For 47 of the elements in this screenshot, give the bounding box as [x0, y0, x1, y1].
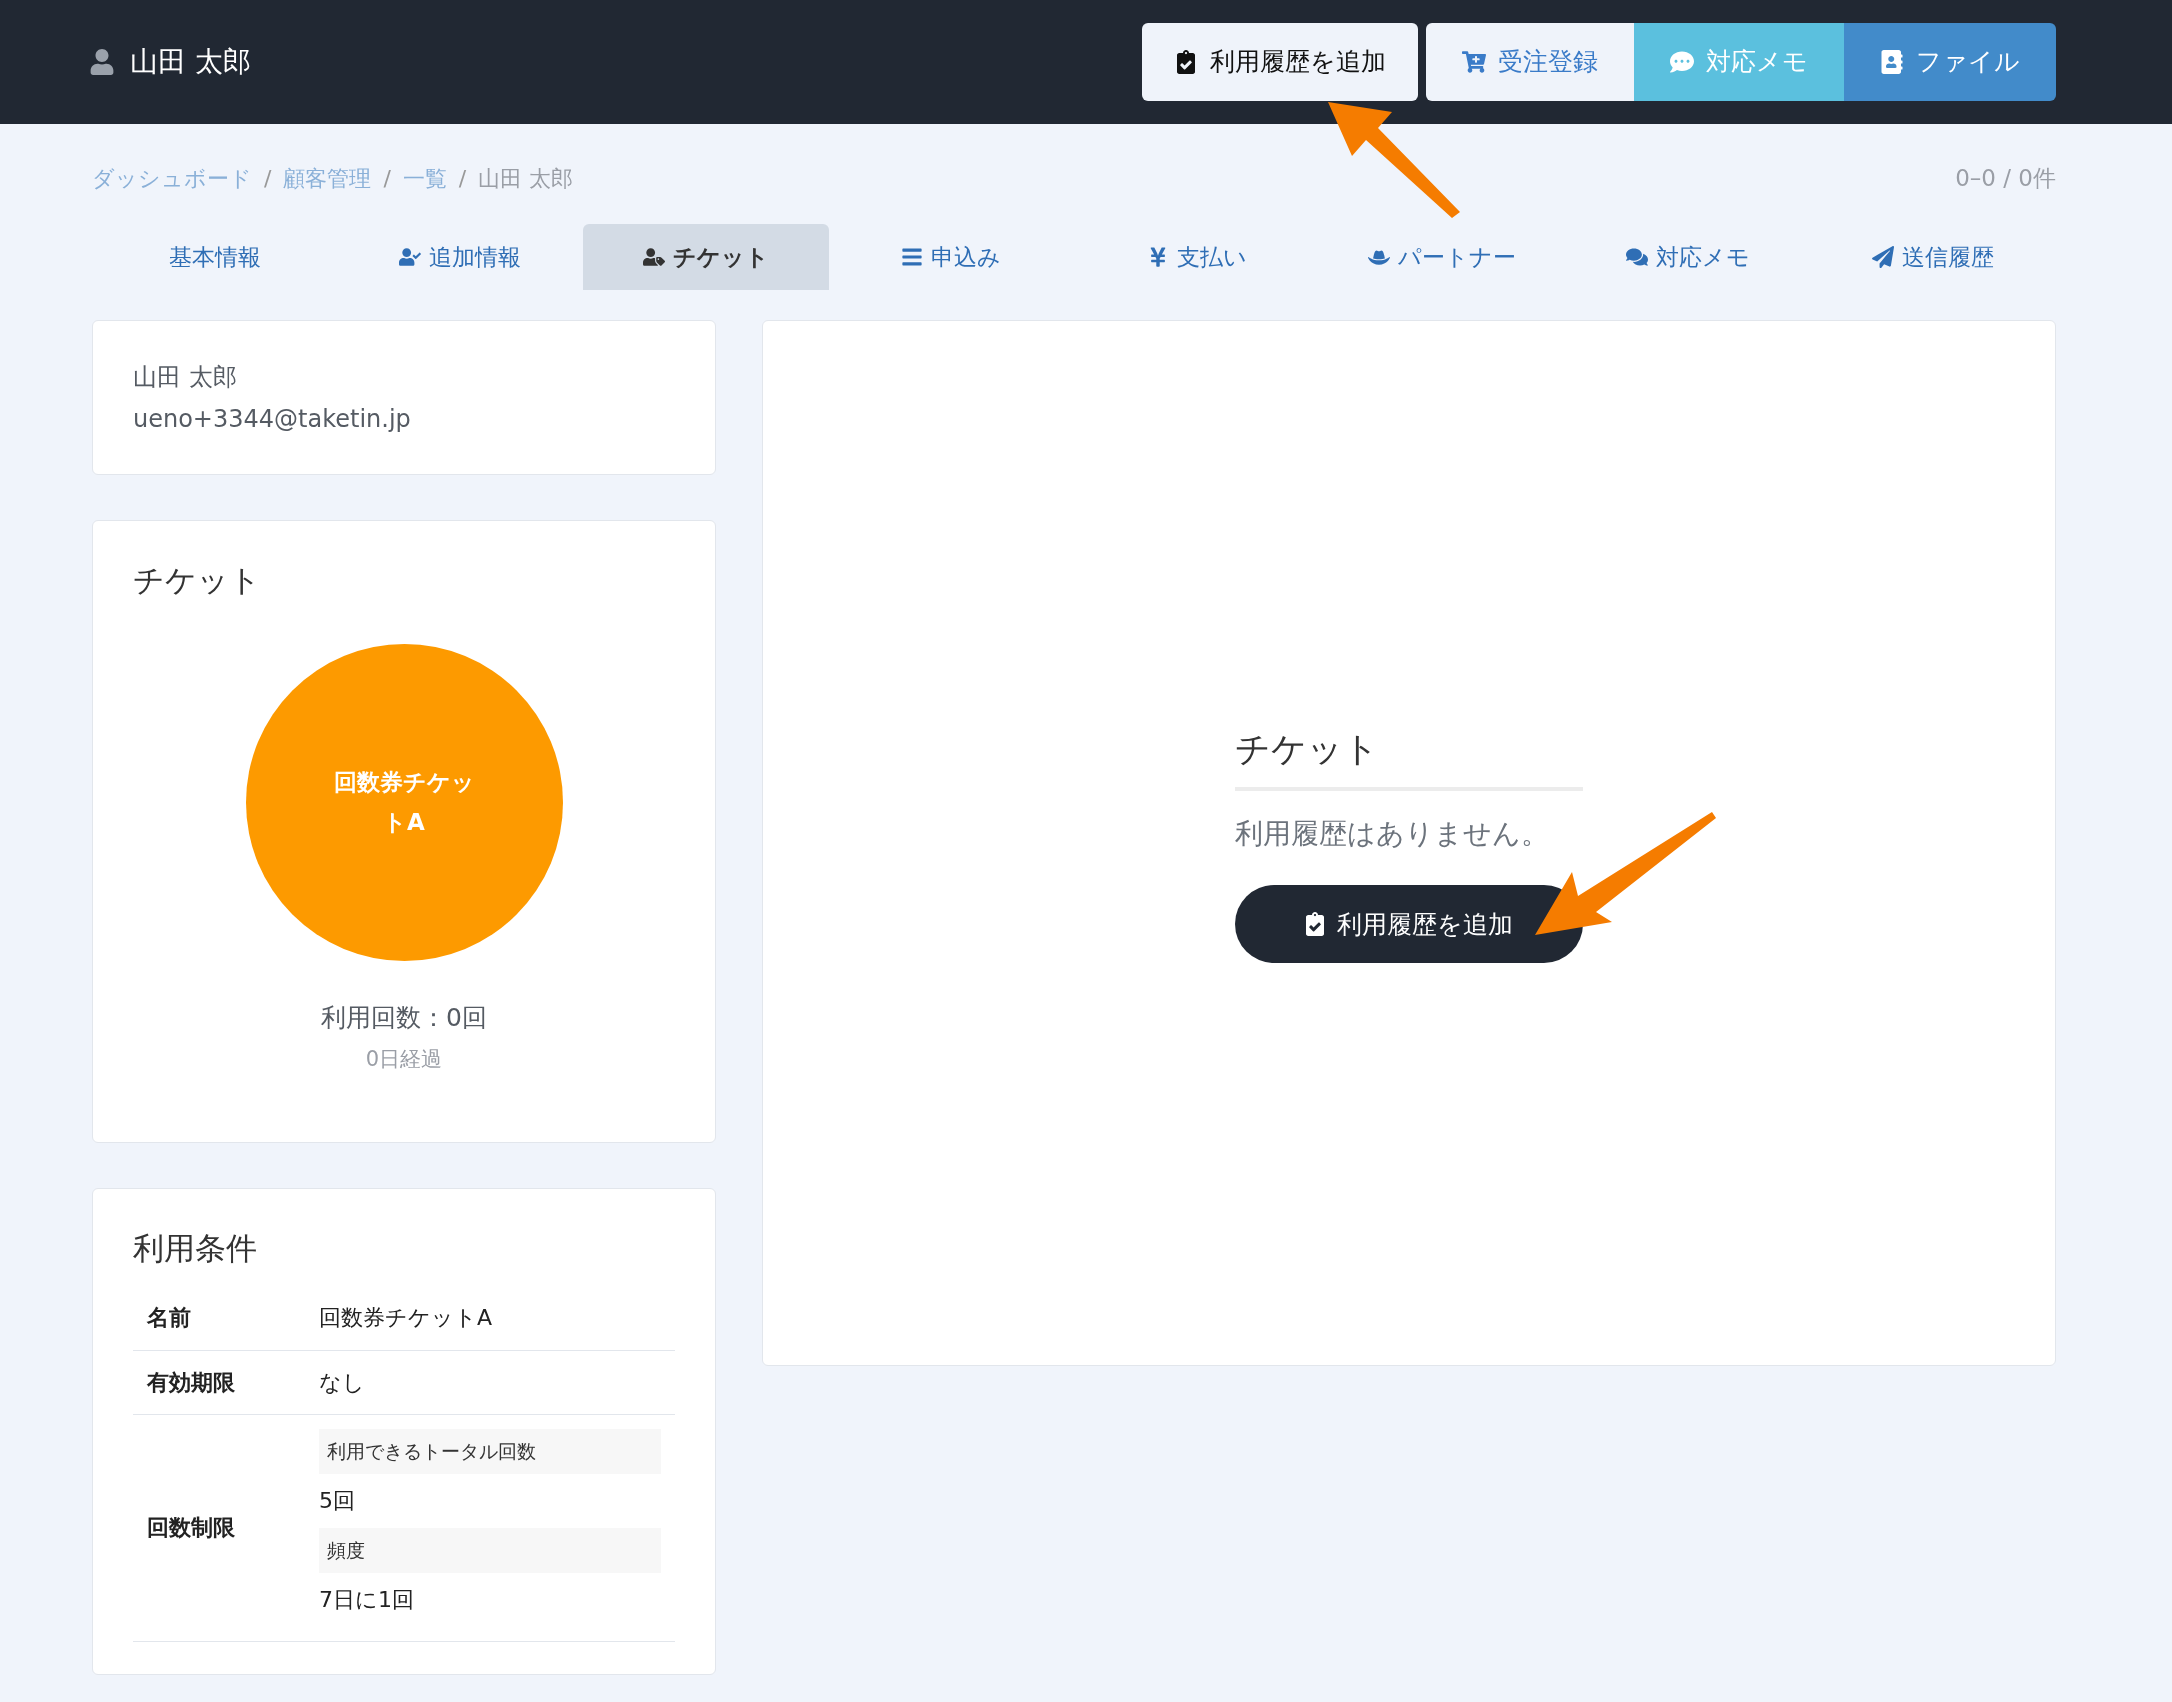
tab[interactable]: 基本情報 [92, 224, 338, 290]
cart-plus-icon [1462, 50, 1486, 74]
user-tag-icon [642, 246, 665, 268]
empty-message: 利用履歴はありません。 [1235, 816, 1550, 853]
address-book-icon [1880, 50, 1904, 74]
condition-label: 回数制限 [146, 1514, 236, 1542]
sub-value: 7日に1回 [319, 1586, 415, 1614]
list-icon [901, 246, 924, 268]
tab[interactable]: 支払い [1074, 224, 1320, 290]
card-title: チケット [133, 561, 262, 600]
elapsed-days: 0日経過 [365, 1044, 443, 1076]
sub-value: 5回 [319, 1487, 356, 1515]
card-title: 利用条件 [133, 1229, 258, 1268]
section-title: チケット [1235, 722, 1583, 792]
breadcrumb-current: 山田 太郎 [478, 164, 574, 193]
tab[interactable]: チケット [583, 224, 829, 290]
condition-label: 有効期限 [146, 1368, 236, 1397]
paper-plane-icon [1872, 246, 1895, 268]
user-check-icon [399, 246, 422, 268]
breadcrumb-separator: / [264, 164, 272, 193]
condition-value: なし [319, 1368, 365, 1397]
tab[interactable]: 対応メモ [1565, 224, 1811, 290]
tab[interactable]: パートナー [1319, 224, 1565, 290]
clipboard-check-icon [1305, 912, 1325, 937]
record-count: 0–0 / 0件 [1955, 163, 2056, 193]
add-history-button[interactable]: 利用履歴を追加 [1235, 885, 1583, 964]
ticket-name: 回数券チケットA [332, 768, 476, 837]
usage-count: 利用回数：0回 [321, 1001, 487, 1034]
customer-name: 山田 太郎 [133, 362, 238, 393]
clipboard-check-icon [1174, 50, 1198, 74]
sub-label: 頻度 [319, 1527, 661, 1573]
condition-value: 回数券チケットA [319, 1304, 493, 1332]
condition-label: 名前 [146, 1304, 192, 1332]
customer-email: ueno+3344@taketin.jp [133, 404, 412, 435]
tab[interactable]: 追加情報 [337, 224, 583, 290]
header-button[interactable]: ファイル [1844, 23, 2056, 101]
user-name: 山田 太郎 [130, 44, 251, 80]
breadcrumb-separator: / [383, 164, 391, 193]
tab[interactable]: 申込み [828, 224, 1074, 290]
speech-bubble-icon [1670, 50, 1694, 74]
sub-label: 利用できるトータル回数 [319, 1428, 661, 1474]
chat-bubbles-icon [1625, 246, 1648, 268]
header-button[interactable]: 受注登録 [1426, 23, 1634, 101]
header-button[interactable]: 利用履歴を追加 [1142, 23, 1418, 101]
user-icon [90, 49, 114, 75]
tab[interactable]: 送信履歴 [1810, 224, 2056, 290]
breadcrumb-separator: / [458, 164, 467, 193]
